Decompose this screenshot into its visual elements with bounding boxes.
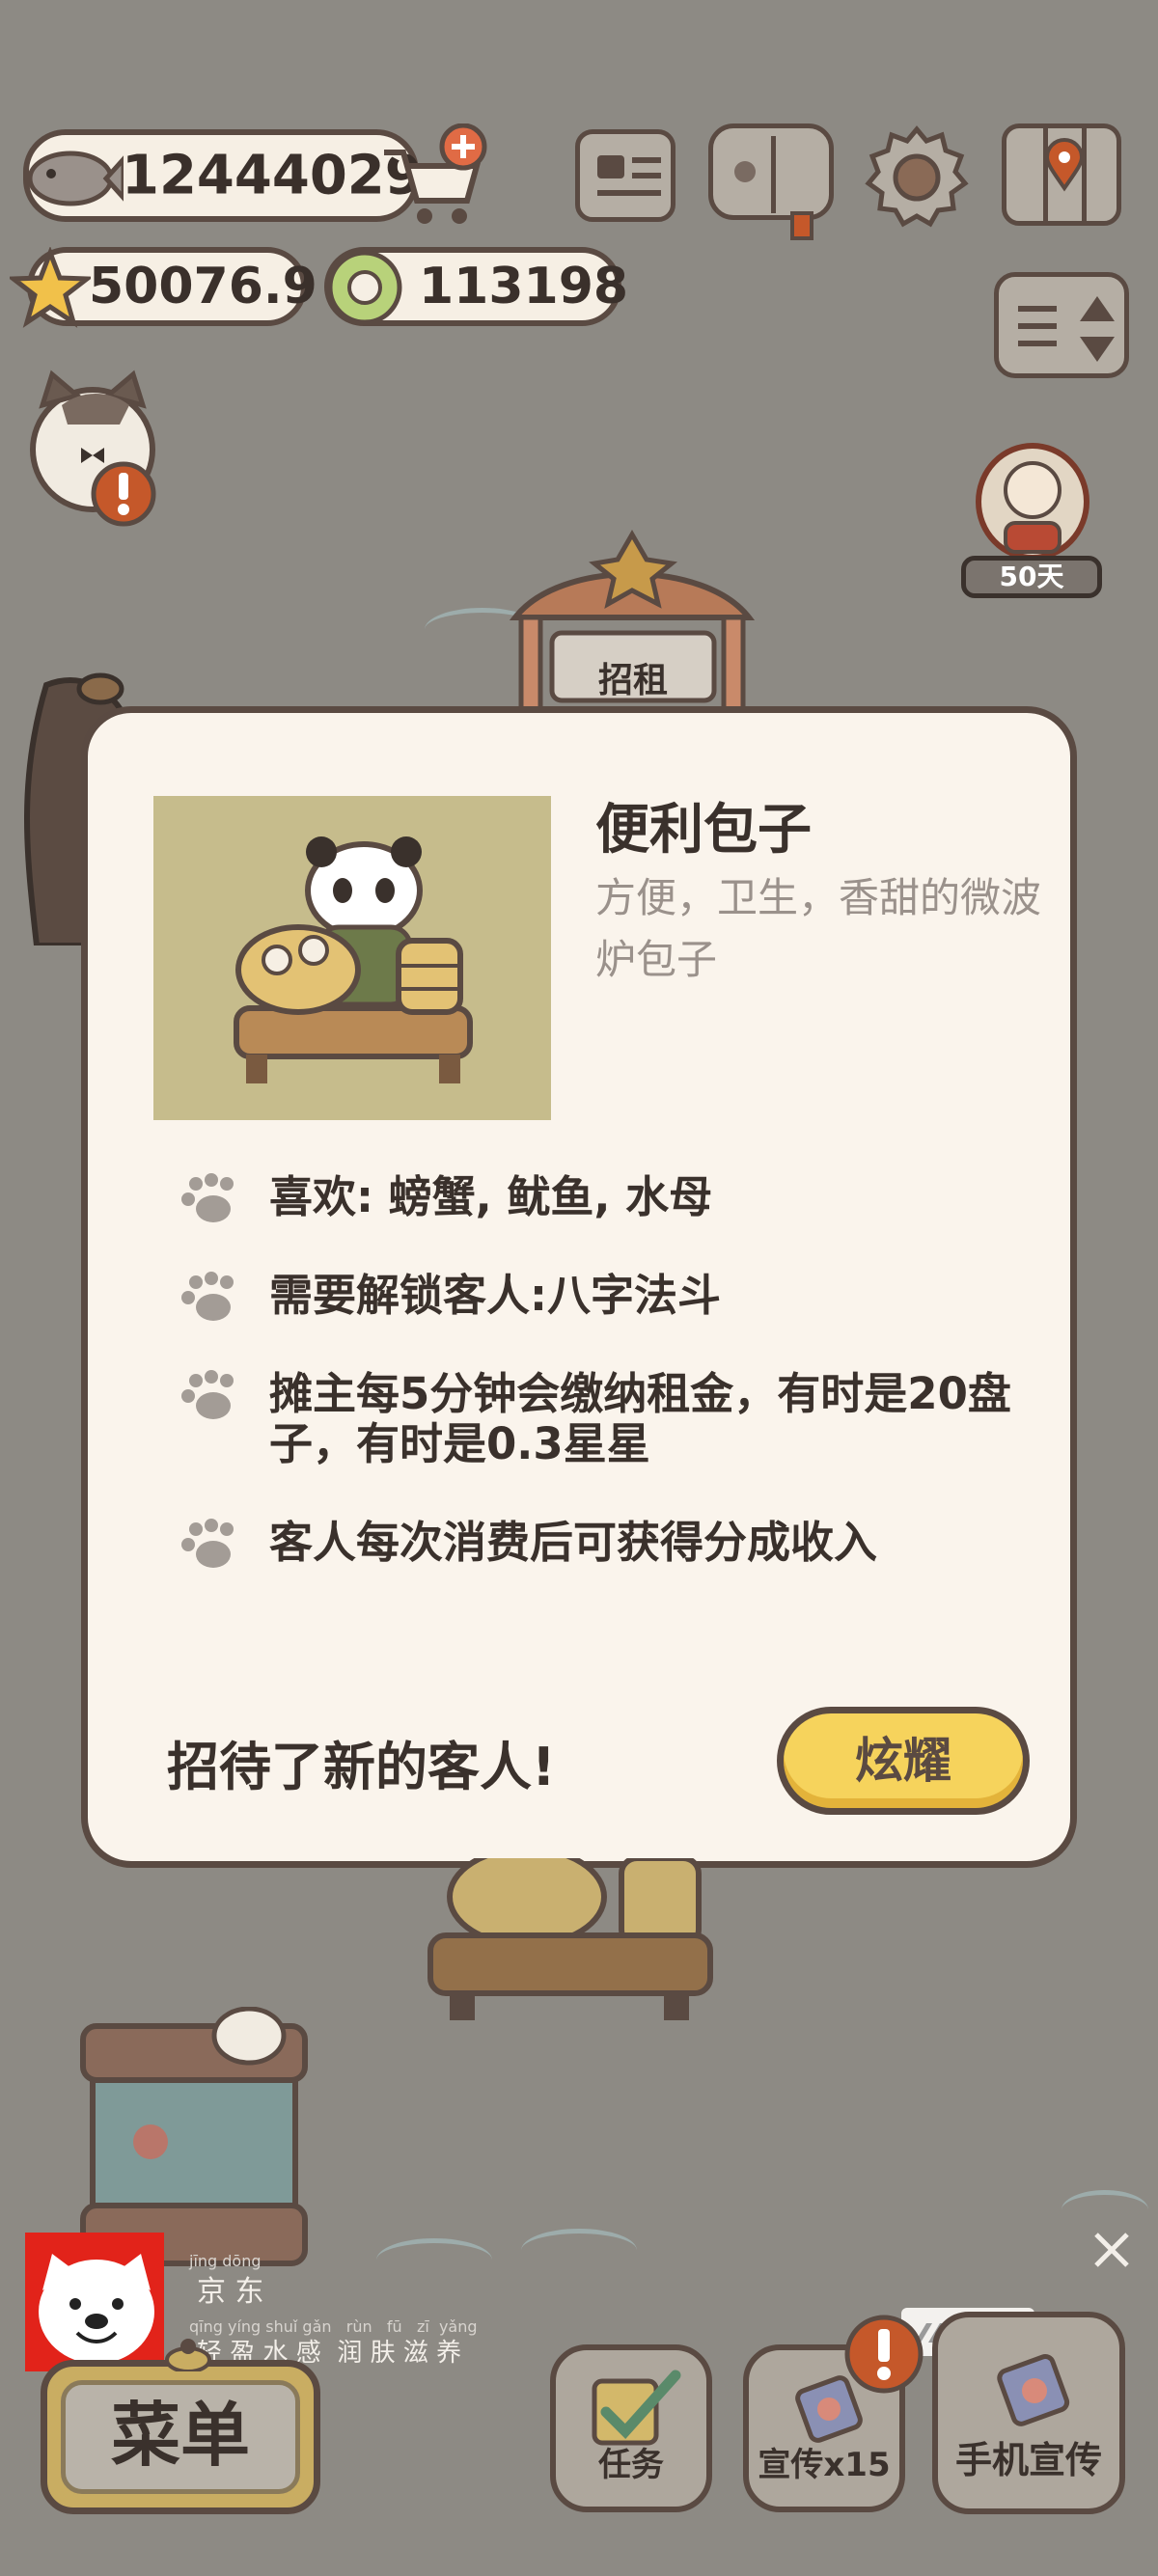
booth-rent-sign: 招租 [597,661,668,700]
feature-unlock-guest: 需要解锁客人:八字法斗 [269,1270,721,1321]
coin-icon [327,250,402,325]
shop-cart-icon[interactable] [374,123,490,230]
new-guest-message: 招待了新的客人! [167,1737,556,1797]
settings-gear-icon[interactable] [865,123,969,228]
alert-badge-icon[interactable] [89,459,158,529]
booth-title: 便利包子 [595,799,812,862]
booth-info-dialog: 便利包子 方便，卫生，香甜的微波炉包子 喜欢: 螃蟹, 鱿鱼, 水母 需要解锁客… [81,706,1077,1868]
menu-bell-icon [165,2339,211,2371]
map-icon[interactable] [1002,123,1121,226]
ground-wave [1062,2190,1148,2230]
ground-wave [521,2229,637,2272]
promote-button-label: 宣传x15 [758,2446,891,2484]
tasks-button[interactable]: 任务 [550,2344,712,2512]
feature-likes: 喜欢: 螃蟹, 鱿鱼, 水母 [269,1171,713,1222]
bun-stall-scene [427,1858,713,2020]
star-icon [10,247,91,328]
ad-brand-name: 京 东 [197,2275,264,2309]
ground-wave [376,2238,492,2282]
star-count: 50076.9 [89,258,317,315]
sort-toggle-icon[interactable] [994,272,1129,378]
visitor-days-text: 50天 [999,561,1064,592]
paw-bullet-icon [181,1370,234,1419]
phone-promote-button[interactable]: 手机宣传 [932,2312,1125,2514]
booth-description: 方便，卫生，香甜的微波炉包子 [595,874,1042,983]
promote-alert-icon[interactable] [841,2312,926,2397]
phone-flyer-icon [997,2353,1070,2426]
menu-button[interactable]: 菜单 [41,2360,320,2514]
booth-illustration [153,796,551,1120]
ad-close-icon[interactable] [1090,2229,1133,2271]
tasks-button-label: 任务 [598,2446,664,2484]
menu-button-label: 菜单 [61,2380,300,2494]
fish-icon [27,151,124,206]
coin-count: 113198 [419,258,629,315]
book-icon[interactable] [708,123,834,240]
visitor-character[interactable] [955,415,1110,569]
panda-bun-stall-image [234,836,473,1083]
phone-promote-label: 手机宣传 [954,2439,1102,2481]
show-off-button[interactable]: 炫耀 [777,1707,1030,1815]
feature-revenue-share: 客人每次消费后可获得分成收入 [269,1517,878,1568]
ad-brand-logo[interactable] [25,2233,164,2371]
paw-bullet-icon [181,1272,234,1321]
feature-rent: 摊主每5分钟会缴纳租金，有时是20盘子，有时是0.3星星 [269,1368,1011,1469]
paw-bullet-icon [181,1519,234,1568]
jd-dog-mascot-icon [39,2254,154,2364]
newspaper-icon[interactable] [575,129,676,222]
visitor-days-badge: 50天 [961,556,1102,598]
paw-bullet-icon [181,1173,234,1222]
